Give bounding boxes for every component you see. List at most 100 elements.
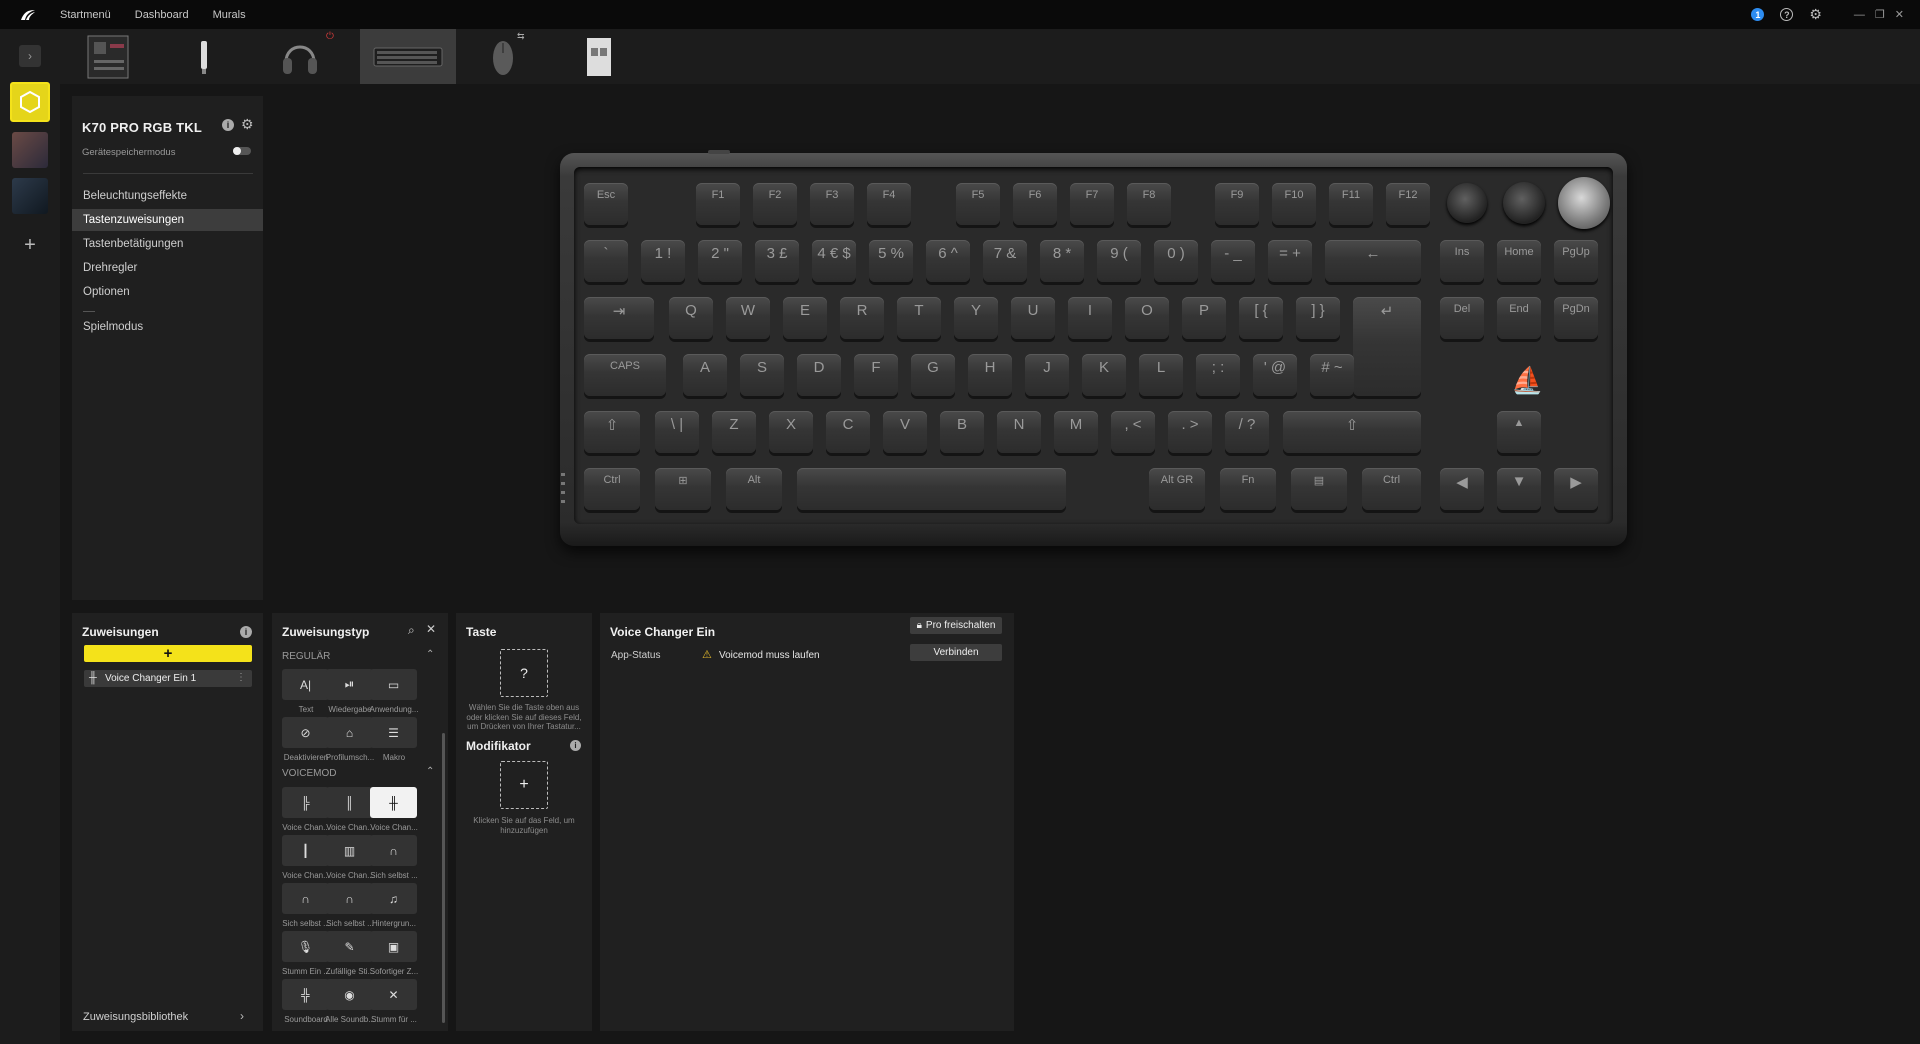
voicemod-5-tile[interactable]: ∩ xyxy=(370,835,417,866)
key-row2-3[interactable]: 3 £ xyxy=(755,240,799,282)
key-nav2-0[interactable]: Del xyxy=(1440,297,1484,339)
key-row3-3[interactable]: E xyxy=(783,297,827,339)
profile-image-2[interactable] xyxy=(12,178,48,214)
voicemod-8-tile[interactable]: ♫ xyxy=(370,883,417,914)
modifier-add-box[interactable]: + xyxy=(500,761,548,809)
nav-startmenu[interactable]: Startmenü xyxy=(60,9,111,21)
assignment-list-item[interactable]: ╫ Voice Changer Ein 1 ⋮ xyxy=(84,670,252,687)
key-tab[interactable]: ⇥ xyxy=(584,297,654,339)
key-row6-6[interactable]: ▤ xyxy=(1291,468,1347,510)
profile-default[interactable] xyxy=(10,82,50,122)
key-row3-9[interactable]: O xyxy=(1125,297,1169,339)
minimize-icon[interactable]: — xyxy=(1854,9,1865,21)
key-caps[interactable]: CAPS xyxy=(584,354,666,396)
key-up[interactable]: ▲ xyxy=(1497,411,1541,453)
voicemod-11-tile[interactable]: ▣ xyxy=(370,931,417,962)
key-nav2-2[interactable]: PgDn xyxy=(1554,297,1598,339)
key-row4-10[interactable]: ; : xyxy=(1196,354,1240,396)
key-row4-3[interactable]: D xyxy=(797,354,841,396)
key-select-box[interactable]: ? xyxy=(500,649,548,697)
media-knob-2[interactable] xyxy=(1503,182,1545,224)
restore-icon[interactable]: ❐ xyxy=(1875,8,1885,21)
regular-5-tile[interactable]: ☰ xyxy=(370,717,417,748)
key-row5-7[interactable]: N xyxy=(997,411,1041,453)
voicemod-2-tile[interactable]: ╫ xyxy=(370,787,417,818)
key-row6-5[interactable]: Fn xyxy=(1220,468,1276,510)
key-row4-4[interactable]: F xyxy=(854,354,898,396)
voicemod-14-tile[interactable]: ✕ xyxy=(370,979,417,1010)
key-nav-1[interactable]: Home xyxy=(1497,240,1541,282)
search-icon[interactable]: ⌕ xyxy=(408,623,415,638)
key-f6[interactable]: F6 xyxy=(1013,183,1057,225)
key-f2[interactable]: F2 xyxy=(753,183,797,225)
menu-lighting[interactable]: Beleuchtungseffekte xyxy=(72,185,263,207)
key-esc[interactable]: Esc xyxy=(584,183,628,225)
key-row3-12[interactable]: ] } xyxy=(1296,297,1340,339)
key-row2-2[interactable]: 2 " xyxy=(698,240,742,282)
close-icon[interactable]: ✕ xyxy=(426,622,436,636)
key-row6-1[interactable]: ⊞ xyxy=(655,468,711,510)
regular-1-tile[interactable]: ⏯ xyxy=(326,669,373,700)
key-row2-5[interactable]: 5 % xyxy=(869,240,913,282)
key-row4-2[interactable]: S xyxy=(740,354,784,396)
key-row5-1[interactable]: \ | xyxy=(655,411,699,453)
key-f9[interactable]: F9 xyxy=(1215,183,1259,225)
key-row6-9[interactable]: ▼ xyxy=(1497,468,1541,510)
key-row2-10[interactable]: 0 ) xyxy=(1154,240,1198,282)
regular-0-tile[interactable]: A| xyxy=(282,669,329,700)
device-keyboard[interactable] xyxy=(360,29,456,84)
add-profile-icon[interactable]: + xyxy=(0,234,60,257)
key-row3-4[interactable]: R xyxy=(840,297,884,339)
key-row3-6[interactable]: Y xyxy=(954,297,998,339)
key-row5-5[interactable]: V xyxy=(883,411,927,453)
key-row5-3[interactable]: X xyxy=(769,411,813,453)
info-icon[interactable]: i xyxy=(222,119,234,131)
menu-key-assignments[interactable]: Tastenzuweisungen xyxy=(72,209,263,231)
key-row3-11[interactable]: [ { xyxy=(1239,297,1283,339)
voicemod-0-tile[interactable]: ╠ xyxy=(282,787,329,818)
key-row6-4[interactable]: Alt GR xyxy=(1149,468,1205,510)
key-row4-12[interactable]: # ~ xyxy=(1310,354,1354,396)
voicemod-13-tile[interactable]: ◉ xyxy=(326,979,373,1010)
settings-gear-icon[interactable]: ⚙ xyxy=(1809,6,1822,23)
key-row4-5[interactable]: G xyxy=(911,354,955,396)
key-lshift[interactable]: ⇧ xyxy=(584,411,640,453)
device-hub[interactable] xyxy=(551,29,647,84)
key-row4-11[interactable]: ' @ xyxy=(1253,354,1297,396)
unlock-pro-button[interactable]: 🔒︎ Pro freischalten xyxy=(910,617,1002,634)
voicemod-10-tile[interactable]: ✎ xyxy=(326,931,373,962)
key-rshift[interactable]: ⇧ xyxy=(1283,411,1421,453)
menu-game-mode[interactable]: Spielmodus xyxy=(72,316,263,338)
key-f8[interactable]: F8 xyxy=(1127,183,1171,225)
key-row2-9[interactable]: 9 ( xyxy=(1097,240,1141,282)
key-row5-6[interactable]: B xyxy=(940,411,984,453)
nav-murals[interactable]: Murals xyxy=(213,9,246,21)
key-row2-7[interactable]: 7 & xyxy=(983,240,1027,282)
key-row2-11[interactable]: - _ xyxy=(1211,240,1255,282)
device-mouse[interactable]: ⇆ xyxy=(455,29,551,84)
key-row3-10[interactable]: P xyxy=(1182,297,1226,339)
help-icon[interactable]: ? xyxy=(1780,8,1794,21)
key-nav-2[interactable]: PgUp xyxy=(1554,240,1598,282)
key-row5-2[interactable]: Z xyxy=(712,411,756,453)
add-assignment-button[interactable]: + xyxy=(84,645,252,662)
key-row2-8[interactable]: 8 * xyxy=(1040,240,1084,282)
expand-chevron-icon[interactable]: › xyxy=(19,45,41,67)
info-icon[interactable]: i xyxy=(570,740,581,751)
key-row5-4[interactable]: C xyxy=(826,411,870,453)
menu-dial[interactable]: Drehregler xyxy=(72,257,263,279)
storage-mode-toggle[interactable] xyxy=(233,147,251,155)
profile-image-1[interactable] xyxy=(12,132,48,168)
key-backspace[interactable]: ← xyxy=(1325,240,1421,282)
voicemod-6-tile[interactable]: ∩ xyxy=(282,883,329,914)
regular-4-tile[interactable]: ⌂ xyxy=(326,717,373,748)
key-row4-7[interactable]: J xyxy=(1025,354,1069,396)
key-row3-8[interactable]: I xyxy=(1068,297,1112,339)
voicemod-4-tile[interactable]: ▥ xyxy=(326,835,373,866)
key-row4-9[interactable]: L xyxy=(1139,354,1183,396)
collapse-chevron-icon[interactable]: ⌃ xyxy=(426,649,434,660)
key-f12[interactable]: F12 xyxy=(1386,183,1430,225)
menu-options[interactable]: Optionen xyxy=(72,281,263,303)
media-knob-1[interactable] xyxy=(1447,183,1487,223)
device-motherboard[interactable] xyxy=(60,29,156,84)
